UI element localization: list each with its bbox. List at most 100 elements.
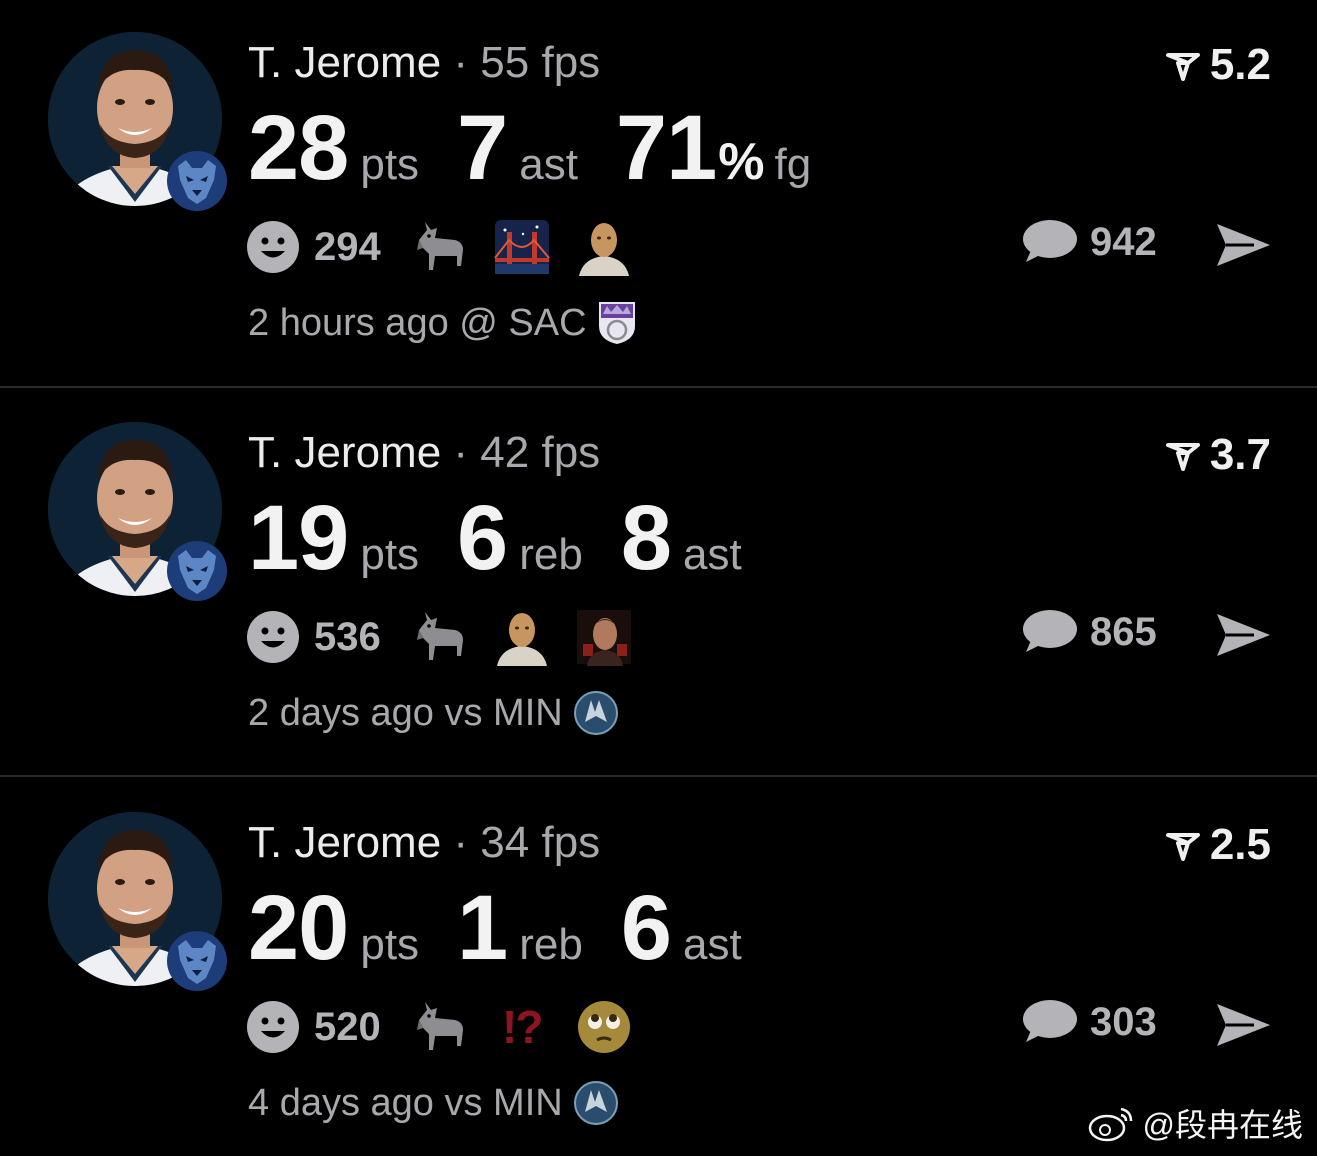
stat-item: 7 ast <box>457 96 578 201</box>
stat-unit: pts <box>360 920 420 969</box>
game-time: 2 hours ago <box>248 301 449 344</box>
comments-count: 942 <box>1090 219 1157 264</box>
comments-count: 865 <box>1090 609 1157 654</box>
goat-emoji[interactable] <box>411 608 469 666</box>
game-time: 2 days ago <box>248 691 434 734</box>
post-card[interactable]: T. Jerome · 42 fps 3.7 19 pts 6 reb 8 as… <box>0 390 1317 778</box>
stat-unit: fg <box>774 140 812 189</box>
post-divider <box>0 386 1317 388</box>
game-venue[interactable]: vs MIN <box>444 1082 562 1125</box>
player-feed: T. Jerome · 55 fps 5.2 28 pts 7 ast 71 %… <box>0 0 1317 1156</box>
stat-unit: ast <box>519 140 578 189</box>
post-header: T. Jerome · 42 fps <box>248 428 600 478</box>
reactions-count[interactable]: 536 <box>314 615 381 660</box>
interrobang-emoji[interactable]: !? <box>493 998 551 1056</box>
pleading-face-emoji[interactable] <box>575 998 633 1056</box>
comments-button[interactable]: 942 <box>1020 218 1157 266</box>
grizzlies-logo-icon <box>167 931 227 991</box>
fantasy-points: 42 fps <box>480 428 601 477</box>
timberwolves-logo-icon <box>573 1081 618 1125</box>
stat-item: 28 pts <box>248 96 419 201</box>
stat-unit: ast <box>682 530 742 579</box>
stat-unit: pts <box>360 140 420 189</box>
timberwolves-logo-icon <box>573 691 618 735</box>
reactions-row: 520 !? <box>246 998 657 1056</box>
smiley-reaction-icon[interactable] <box>246 610 300 664</box>
rating-value: 5.2 <box>1209 40 1271 89</box>
game-info: 2 hours ago @ SAC <box>248 300 637 346</box>
smiley-reaction-icon[interactable] <box>246 220 300 274</box>
stat-unit: reb <box>519 530 583 579</box>
reactions-row: 536 <box>246 608 657 666</box>
stat-item: 71 % fg <box>616 96 811 201</box>
separator: · <box>453 818 469 867</box>
stat-value: 19 <box>248 487 349 589</box>
game-time: 4 days ago <box>248 1081 434 1124</box>
stat-line: 28 pts 7 ast 71 % fg <box>248 96 849 201</box>
game-info: 4 days ago vs MIN <box>248 1080 619 1126</box>
rating: 2.5 <box>1165 820 1271 870</box>
rating: 5.2 <box>1165 40 1271 90</box>
stat-value: 71 <box>615 97 717 199</box>
fantasy-points: 34 fps <box>480 818 601 867</box>
smiley-reaction-icon[interactable] <box>246 1000 300 1054</box>
share-icon[interactable] <box>1214 610 1272 660</box>
person-face-photo-emoji[interactable] <box>575 608 633 666</box>
comment-bubble-icon <box>1023 220 1077 262</box>
post-card[interactable]: T. Jerome · 55 fps 5.2 28 pts 7 ast 71 %… <box>0 0 1317 388</box>
watermark-text: @段冉在线 <box>1142 1107 1304 1143</box>
stat-percent: % <box>718 133 765 191</box>
stat-value: 6 <box>620 877 672 979</box>
stat-unit: reb <box>519 920 583 969</box>
stat-value: 8 <box>620 487 672 589</box>
post-header: T. Jerome · 34 fps <box>248 818 600 868</box>
rating-chevron-icon <box>1165 443 1200 471</box>
comments-count: 303 <box>1090 999 1157 1044</box>
reactions-count[interactable]: 520 <box>314 1005 381 1050</box>
comment-bubble-icon <box>1023 1000 1077 1042</box>
stat-item: 8 ast <box>621 486 742 591</box>
reactions-row: 294 <box>246 218 657 276</box>
goat-emoji[interactable] <box>411 998 469 1056</box>
comments-button[interactable]: 865 <box>1020 608 1157 656</box>
rating-chevron-icon <box>1165 833 1200 861</box>
stat-item: 6 ast <box>621 876 742 981</box>
kings-logo-icon <box>598 302 635 344</box>
bridge-at-night-emoji[interactable] <box>493 218 551 276</box>
stat-item: 1 reb <box>457 876 583 981</box>
comments-button[interactable]: 303 <box>1020 998 1157 1046</box>
player-name[interactable]: T. Jerome <box>248 818 441 867</box>
game-info: 2 days ago vs MIN <box>248 690 619 736</box>
goat-emoji[interactable] <box>411 218 469 276</box>
weibo-logo-icon <box>1088 1107 1132 1142</box>
watermark: @段冉在线 <box>1087 1100 1304 1146</box>
reactions-count[interactable]: 294 <box>314 225 381 270</box>
stat-value: 7 <box>457 97 508 199</box>
stat-line: 19 pts 6 reb 8 ast <box>248 486 780 591</box>
share-icon[interactable] <box>1214 220 1272 270</box>
stat-value: 6 <box>457 487 508 589</box>
post-divider <box>0 775 1317 777</box>
game-venue[interactable]: vs MIN <box>444 692 562 735</box>
stat-item: 20 pts <box>248 876 419 981</box>
share-icon[interactable] <box>1214 1000 1272 1050</box>
grizzlies-logo-icon <box>167 541 227 601</box>
game-venue[interactable]: @ SAC <box>459 302 586 345</box>
masked-person-emoji[interactable] <box>575 218 633 276</box>
player-name[interactable]: T. Jerome <box>248 38 441 87</box>
grizzlies-logo-icon <box>167 151 227 211</box>
player-name[interactable]: T. Jerome <box>248 428 441 477</box>
stat-unit: pts <box>360 530 420 579</box>
rating: 3.7 <box>1165 430 1271 480</box>
separator: · <box>453 38 469 87</box>
rating-value: 2.5 <box>1209 820 1271 869</box>
stat-item: 6 reb <box>457 486 583 591</box>
fantasy-points: 55 fps <box>480 38 601 87</box>
stat-value: 28 <box>248 97 349 199</box>
stat-value: 20 <box>248 877 349 979</box>
rating-value: 3.7 <box>1209 430 1271 479</box>
stat-item: 19 pts <box>248 486 419 591</box>
stat-line: 20 pts 1 reb 6 ast <box>248 876 780 981</box>
masked-person-emoji[interactable] <box>493 608 551 666</box>
separator: · <box>453 428 469 477</box>
